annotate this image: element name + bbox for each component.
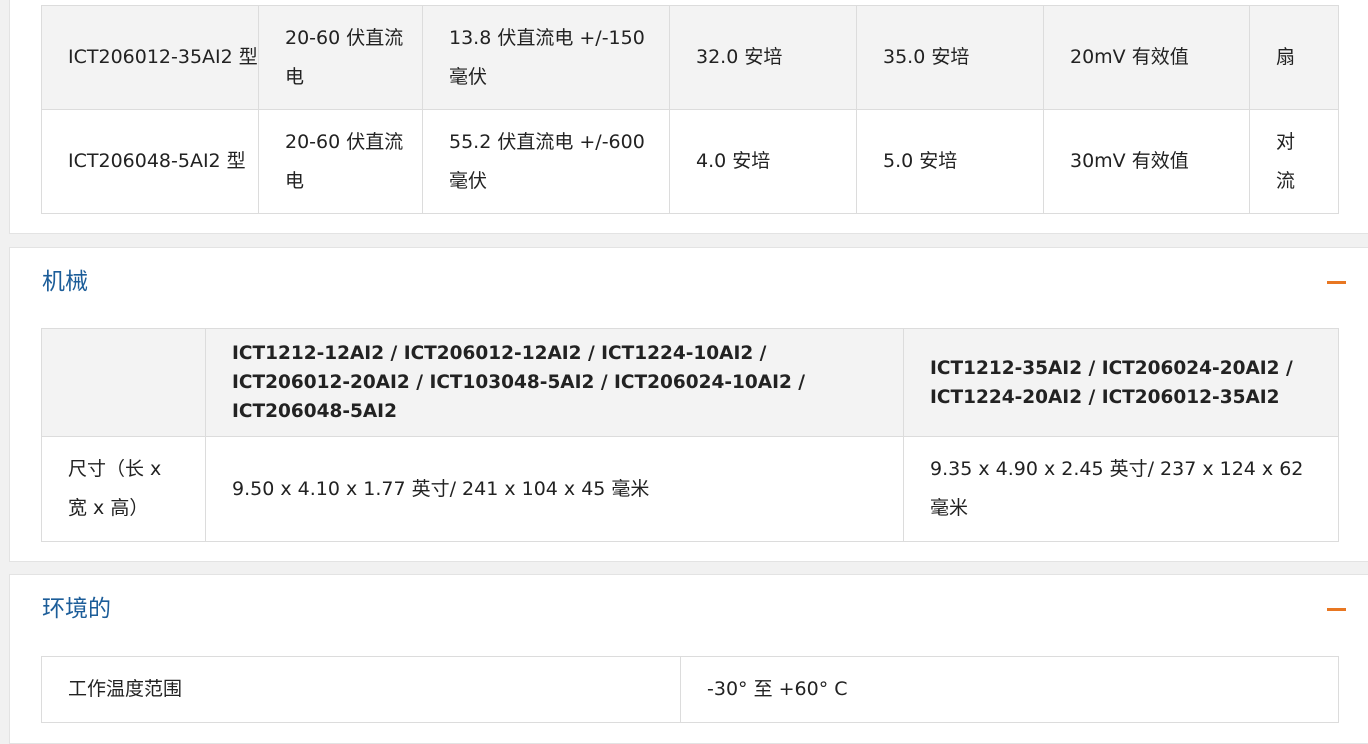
table-row: 工作温度范围 -30° 至 +60° C	[41, 656, 1339, 723]
table-row: 尺寸（长 x 宽 x 高） 9.50 x 4.10 x 1.77 英寸/ 241…	[41, 436, 1339, 542]
table-row: ICT206012-35AI2 型 20-60 伏直流电 13.8 伏直流电 +…	[41, 5, 1339, 110]
table-cell: 55.2 伏直流电 +/-600 毫伏	[422, 109, 670, 214]
table-cell: 扇	[1249, 5, 1339, 110]
table-cell: 5.0 安培	[856, 109, 1044, 214]
section-title-environmental[interactable]: 环境的	[42, 589, 111, 623]
section-title-mechanical[interactable]: 机械	[42, 262, 88, 296]
table-cell: 4.0 安培	[669, 109, 857, 214]
environmental-panel: 环境的 工作温度范围 -30° 至 +60° C	[9, 574, 1368, 744]
table-cell: 工作温度范围	[41, 656, 681, 723]
electrical-panel: ICT206012-35AI2 型 20-60 伏直流电 13.8 伏直流电 +…	[9, 0, 1368, 234]
collapse-minus-icon[interactable]	[1327, 281, 1346, 284]
table-cell: 35.0 安培	[856, 5, 1044, 110]
table-cell: 32.0 安培	[669, 5, 857, 110]
collapse-minus-icon[interactable]	[1327, 608, 1346, 611]
table-cell: -30° 至 +60° C	[680, 656, 1339, 723]
table-cell: 9.50 x 4.10 x 1.77 英寸/ 241 x 104 x 45 毫米	[205, 436, 904, 542]
table-cell: ICT206012-35AI2 型	[41, 5, 259, 110]
table-row: ICT206048-5AI2 型 20-60 伏直流电 55.2 伏直流电 +/…	[41, 109, 1339, 214]
mechanical-panel: 机械 ICT1212-12AI2 / ICT206012-12AI2 / ICT…	[9, 247, 1368, 562]
table-cell: 9.35 x 4.90 x 2.45 英寸/ 237 x 124 x 62 毫米	[903, 436, 1339, 542]
mechanical-table: ICT1212-12AI2 / ICT206012-12AI2 / ICT122…	[41, 328, 1339, 542]
table-cell: 20-60 伏直流电	[258, 5, 423, 110]
table-cell: 20mV 有效值	[1043, 5, 1250, 110]
table-cell: 对流	[1249, 109, 1339, 214]
table-cell: ICT206048-5AI2 型	[41, 109, 259, 214]
electrical-table: ICT206012-35AI2 型 20-60 伏直流电 13.8 伏直流电 +…	[41, 5, 1339, 214]
environmental-table: 工作温度范围 -30° 至 +60° C	[41, 656, 1339, 723]
table-header-cell	[41, 328, 206, 437]
table-cell: 20-60 伏直流电	[258, 109, 423, 214]
table-header-cell: ICT1212-12AI2 / ICT206012-12AI2 / ICT122…	[205, 328, 904, 437]
table-header-cell: ICT1212-35AI2 / ICT206024-20AI2 / ICT122…	[903, 328, 1339, 437]
table-cell: 13.8 伏直流电 +/-150 毫伏	[422, 5, 670, 110]
table-cell: 尺寸（长 x 宽 x 高）	[41, 436, 206, 542]
table-cell: 30mV 有效值	[1043, 109, 1250, 214]
table-header-row: ICT1212-12AI2 / ICT206012-12AI2 / ICT122…	[41, 328, 1339, 437]
